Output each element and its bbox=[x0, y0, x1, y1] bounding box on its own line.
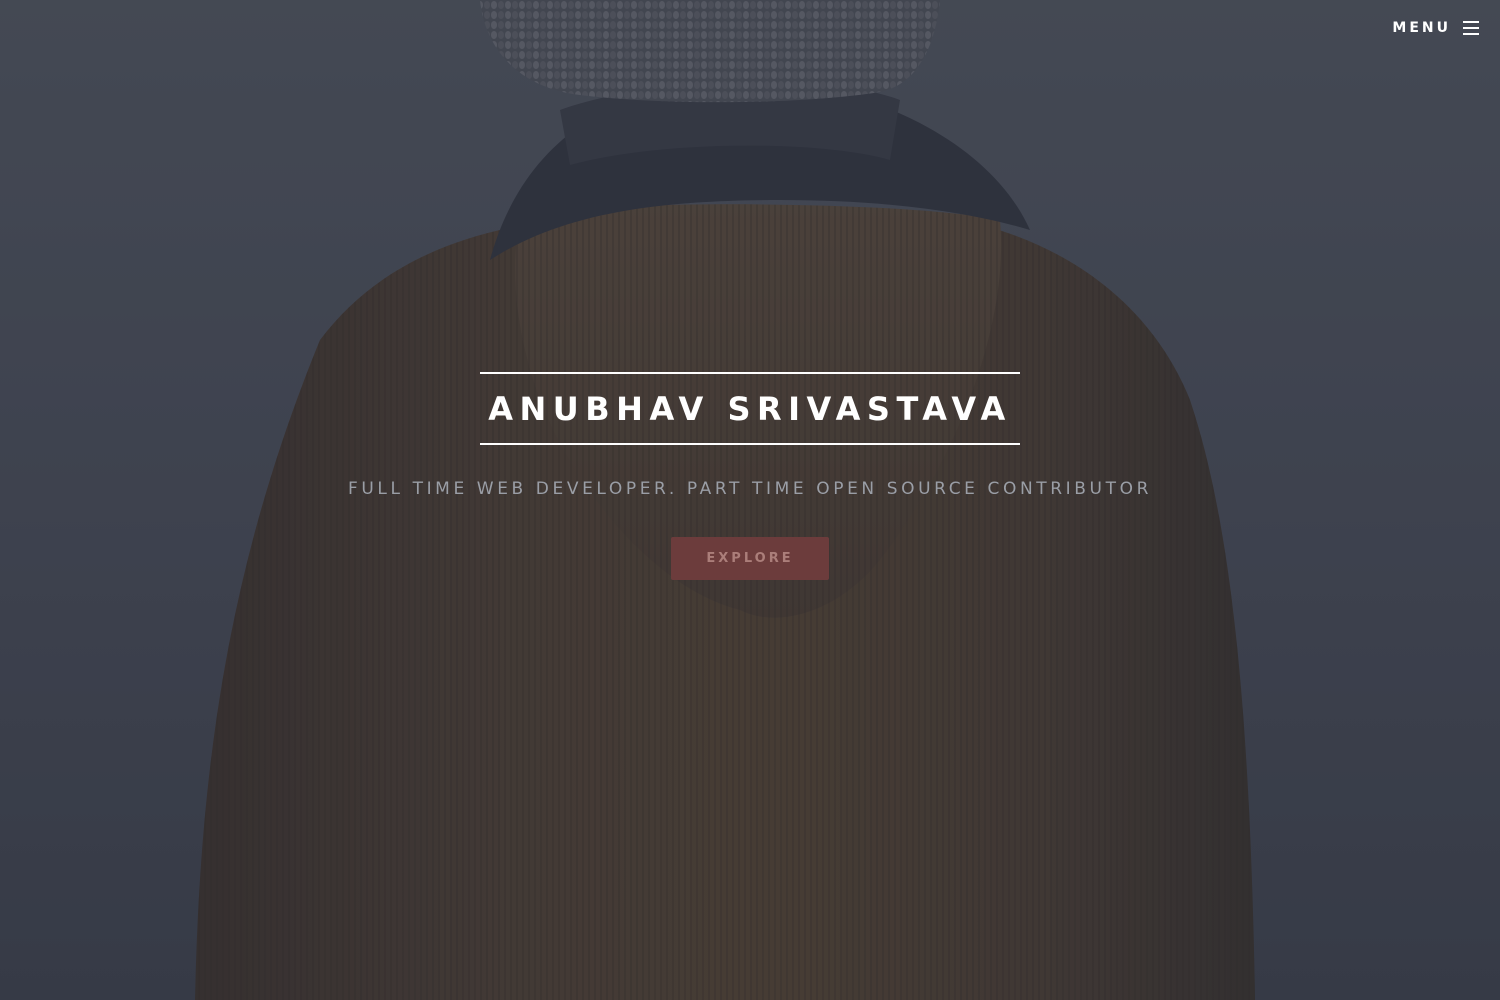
page-title: ANUBHAV SRIVASTAVA bbox=[488, 390, 1012, 428]
menu-label: MENU bbox=[1392, 19, 1451, 36]
hamburger-icon bbox=[1463, 20, 1479, 35]
site-header: MENU bbox=[1392, 0, 1500, 55]
banner-content: ANUBHAV SRIVASTAVA FULL TIME WEB DEVELOP… bbox=[0, 372, 1500, 580]
menu-button[interactable]: MENU bbox=[1392, 20, 1479, 36]
explore-button[interactable]: EXPLORE bbox=[671, 537, 829, 580]
tagline: FULL TIME WEB DEVELOPER. PART TIME OPEN … bbox=[348, 479, 1152, 499]
title-frame: ANUBHAV SRIVASTAVA bbox=[480, 372, 1020, 445]
hero-banner: MENU ANUBHAV SRIVASTAVA FULL TIME WEB DE… bbox=[0, 0, 1500, 1000]
